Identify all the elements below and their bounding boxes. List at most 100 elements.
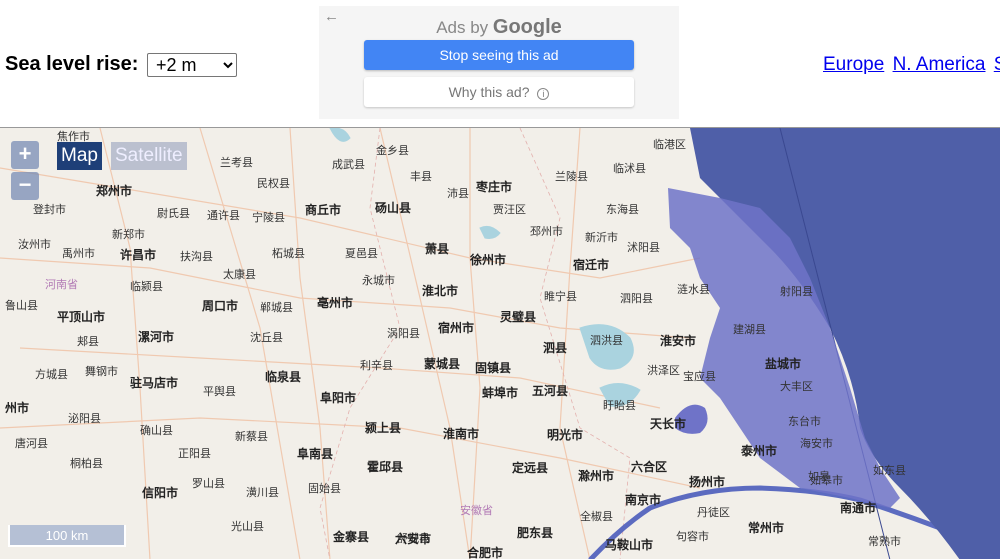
map-type-map-button[interactable]: Map: [57, 142, 102, 170]
city-label: 信阳市: [142, 486, 179, 500]
city-label: 大丰区: [780, 380, 813, 393]
city-label: 确山县: [140, 424, 173, 437]
city-label: 许昌市: [120, 248, 157, 262]
city-label: 天长市: [650, 417, 687, 431]
city-label: 泌阳县: [68, 412, 101, 425]
city-label: 光山县: [231, 520, 264, 533]
link-europe[interactable]: Europe: [823, 54, 884, 75]
city-label: 金乡县: [376, 144, 409, 157]
city-label: 泗阳县: [620, 292, 653, 305]
city-label: 蚌埠市: [482, 386, 519, 400]
city-label: 临港区: [653, 138, 686, 151]
city-label: 东台市: [788, 415, 821, 428]
city-label: 淮安市: [660, 334, 697, 348]
city-label: 南通市: [840, 501, 877, 515]
city-label: 太康县: [223, 268, 256, 281]
city-label: 砀山县: [375, 201, 412, 215]
city-label: 亳州市: [317, 296, 354, 310]
city-label: 固始县: [308, 482, 341, 495]
sea-level-select[interactable]: +2 m: [147, 53, 237, 77]
city-label: 阜南县: [297, 447, 334, 461]
city-label: 舞钢市: [85, 365, 118, 378]
city-label: 方城县: [35, 368, 68, 381]
city-label: 建湖县: [733, 323, 766, 336]
city-label: 登封市: [33, 203, 66, 216]
info-icon: i: [537, 88, 550, 100]
ad-title-prefix: Ads by: [436, 18, 489, 37]
city-label: 沈丘县: [250, 331, 283, 344]
city-label: 兰考县: [220, 156, 253, 169]
zoom-in-button[interactable]: +: [11, 141, 39, 169]
city-label: 平顶山市: [57, 310, 106, 324]
city-label: 滁州市: [578, 469, 615, 483]
city-label: 周口市: [202, 299, 239, 313]
province-border: [319, 128, 631, 559]
city-label: 阜阳市: [320, 391, 357, 405]
page: Sea level rise: +2 m ← Ads by Google Sto…: [0, 0, 1000, 559]
city-label: 利辛县: [360, 359, 393, 372]
city-label: 邳州市: [530, 225, 563, 238]
city-label: 安徽省: [460, 504, 493, 517]
city-label: 常州市: [748, 521, 785, 535]
top-bar: Sea level rise: +2 m ← Ads by Google Sto…: [0, 0, 1000, 127]
city-label: 潢川县: [246, 486, 279, 499]
region-links: Europe N. America S: [823, 54, 1000, 76]
city-label: 正阳县: [178, 447, 211, 460]
city-label: 临泉县: [265, 370, 302, 384]
city-label: 盐城市: [765, 357, 802, 371]
city-label: 扬州市: [689, 475, 726, 489]
scale-bar: 100 km: [8, 525, 126, 547]
city-label: 郏县: [77, 335, 99, 348]
sea-level-label: Sea level rise:: [5, 53, 139, 75]
city-label: 马鞍山市: [605, 538, 654, 552]
why-this-ad-button[interactable]: Why this ad? i: [364, 77, 634, 107]
city-label: 涡阳县: [387, 327, 420, 340]
city-label: 郑州市: [96, 184, 133, 198]
zoom-out-button[interactable]: −: [11, 172, 39, 200]
city-label: 海安市: [800, 437, 833, 450]
city-label: 永城市: [362, 274, 395, 287]
city-label: 洪泽区: [647, 364, 680, 377]
city-label: 句容市: [676, 530, 709, 543]
city-label: 贾汪区: [493, 203, 526, 216]
city-label: 沭阳县: [627, 241, 660, 254]
stop-seeing-ad-label: Stop seeing this ad: [439, 47, 559, 63]
stop-seeing-ad-button[interactable]: Stop seeing this ad: [364, 40, 634, 70]
city-label: 东海县: [606, 203, 639, 216]
link-south[interactable]: S: [994, 54, 1000, 75]
link-north-america[interactable]: N. America: [893, 54, 986, 75]
city-label: 临颍县: [130, 280, 163, 293]
city-label: 河南省: [45, 278, 78, 291]
city-label: 淮南市: [443, 427, 480, 441]
city-label: 宁陵县: [252, 211, 285, 224]
city-label: 宿迁市: [573, 258, 610, 272]
city-label: 新郑市: [112, 228, 145, 241]
city-label: 如皋: [808, 470, 830, 483]
city-label: 蒙城县: [424, 357, 461, 371]
ad-panel: ← Ads by Google Stop seeing this ad Why …: [319, 6, 679, 119]
city-label: 新蔡县: [235, 430, 268, 443]
city-label: 新沂市: [585, 231, 618, 244]
city-label: 肥东县: [517, 526, 554, 540]
map-canvas[interactable]: 焦作市 兰考县 成武县 金乡县 丰县 枣庄市 兰陵县 临沭县 临港区 郑州市 民权县 沛县 贾汪区 东海县…: [0, 127, 1000, 559]
city-label: 驻马店市: [130, 376, 179, 390]
city-label: 成武县: [332, 158, 365, 171]
city-label: 郸城县: [260, 301, 293, 314]
city-label: 灵璧县: [500, 310, 537, 324]
city-label: 睢宁县: [544, 290, 577, 303]
city-label: 射阳县: [780, 285, 813, 298]
city-label: 霍邱县: [367, 460, 404, 474]
city-label: 萧县: [425, 242, 450, 256]
city-label: 南京市: [625, 493, 662, 507]
city-label: 常熟市: [868, 535, 901, 548]
city-label: 宿州市: [438, 321, 475, 335]
city-label: 扶沟县: [180, 250, 213, 263]
city-label: 合肥市: [467, 546, 504, 559]
city-label: 罗山县: [192, 477, 225, 490]
map-type-satellite-button[interactable]: Satellite: [111, 142, 187, 170]
city-label: 泗洪县: [590, 334, 623, 347]
city-label: 丰县: [410, 170, 432, 183]
city-label: 明光市: [547, 428, 584, 442]
city-label: 固镇县: [475, 361, 512, 375]
city-label: 六安市: [395, 532, 432, 546]
